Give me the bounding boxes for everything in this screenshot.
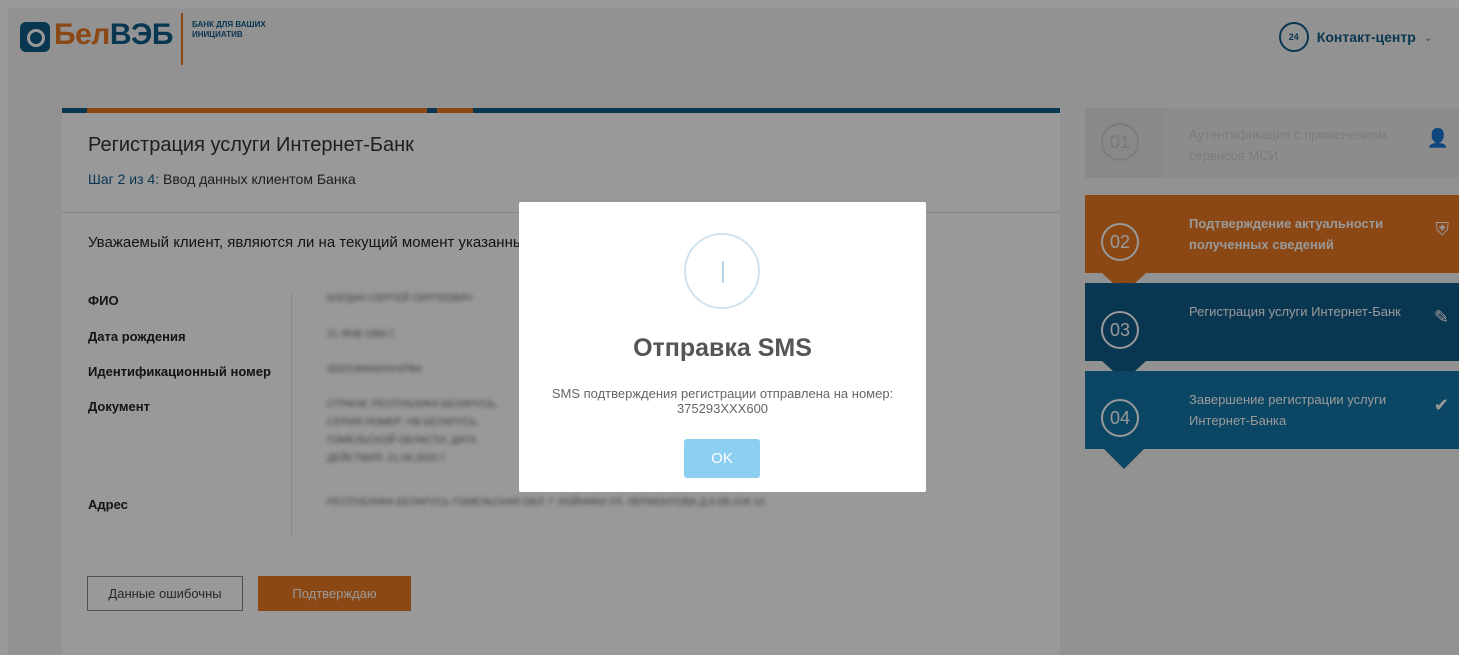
modal-message: SMS подтверждения регистрации отправлена… xyxy=(551,386,894,416)
info-icon xyxy=(684,233,760,309)
modal-title: Отправка SMS xyxy=(633,334,812,362)
ok-button[interactable]: OK xyxy=(684,439,760,478)
sms-modal: Отправка SMS SMS подтверждения регистрац… xyxy=(519,202,926,492)
